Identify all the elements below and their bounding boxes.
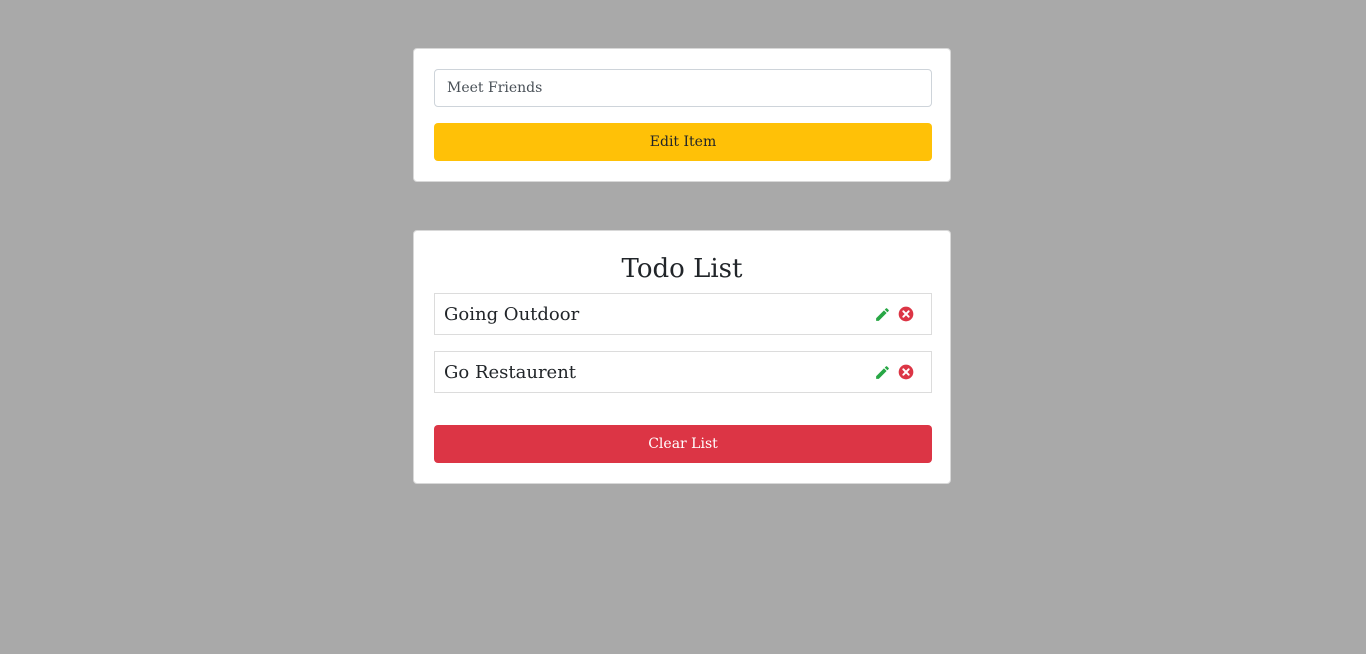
- item-actions: [873, 305, 915, 323]
- list-item-text: Go Restaurent: [444, 361, 577, 383]
- list-item-text: Going Outdoor: [444, 303, 580, 325]
- item-form-card: Edit Item: [413, 48, 951, 182]
- pencil-icon[interactable]: [873, 305, 891, 323]
- close-circle-icon[interactable]: [897, 363, 915, 381]
- close-circle-icon[interactable]: [897, 305, 915, 323]
- list-title: Todo List: [621, 254, 743, 284]
- list-item: Go Restaurent: [434, 351, 932, 393]
- pencil-icon[interactable]: [873, 363, 891, 381]
- edit-item-button[interactable]: Edit Item: [434, 123, 932, 161]
- clear-list-button[interactable]: Clear List: [434, 425, 932, 463]
- todo-list-card: Todo List Going Outdoor Go Restaurent Cl…: [413, 230, 951, 484]
- list-item: Going Outdoor: [434, 293, 932, 335]
- item-actions: [873, 363, 915, 381]
- item-input[interactable]: [434, 69, 932, 107]
